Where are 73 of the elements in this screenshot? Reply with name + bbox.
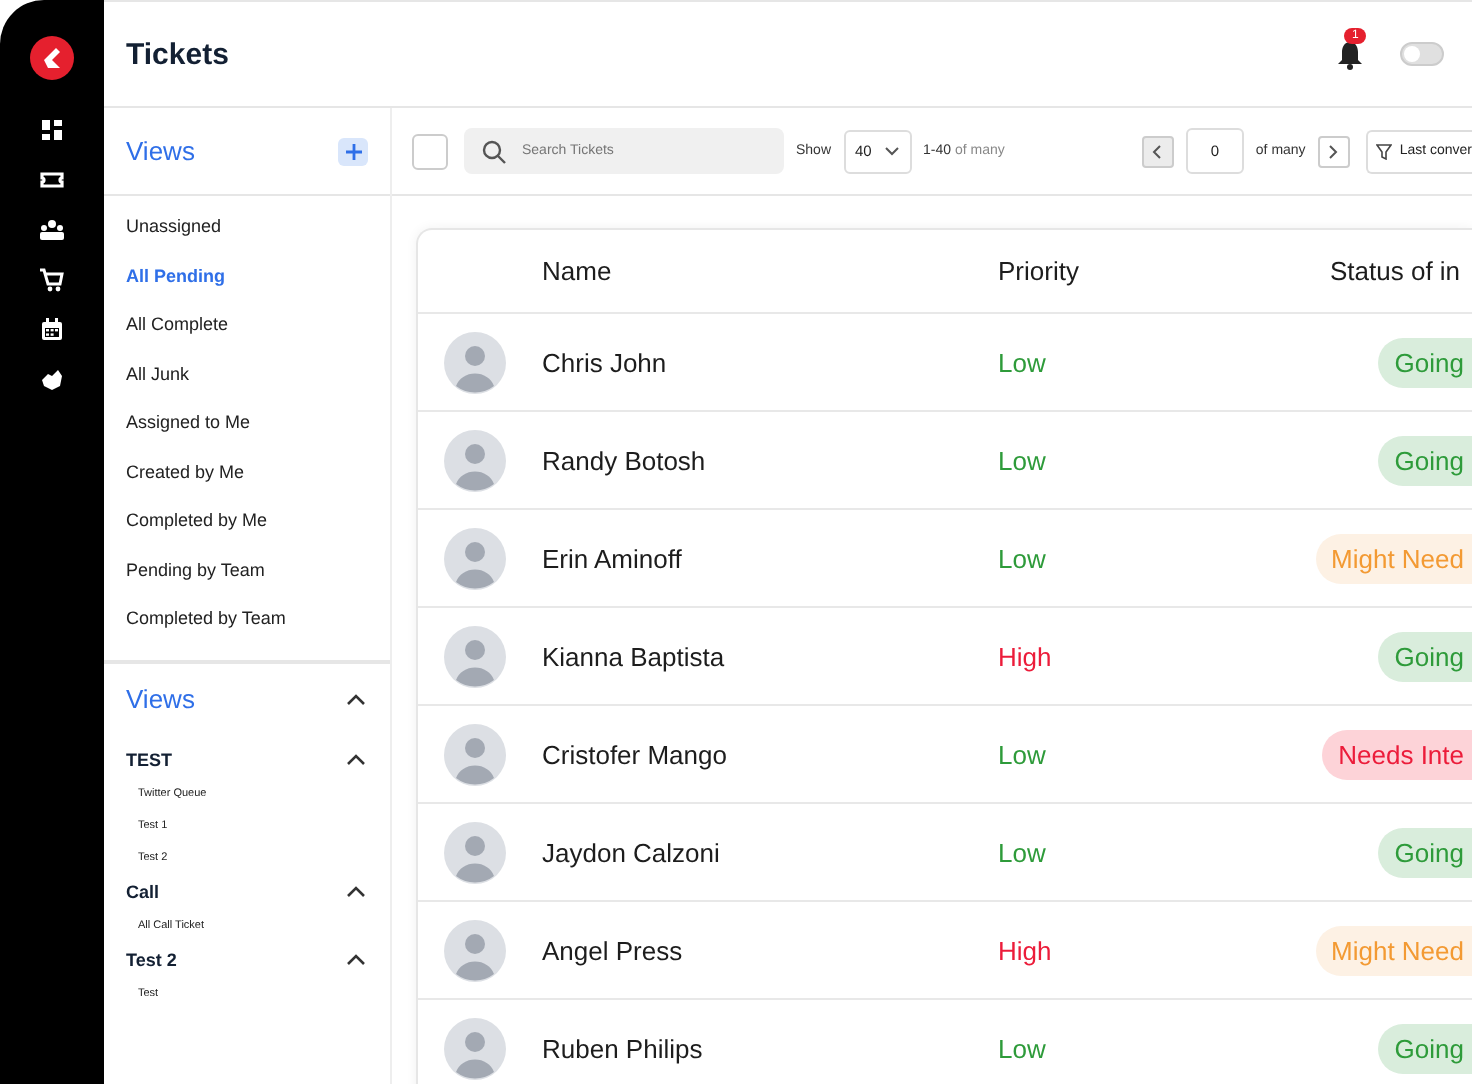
- priority-cell-text: Low: [998, 837, 1048, 867]
- dashboard-icon[interactable]: [40, 118, 64, 142]
- status-badge: Needs Inte: [1322, 729, 1472, 779]
- previous-page-button[interactable]: [1141, 135, 1174, 167]
- calendar-icon[interactable]: [40, 318, 64, 342]
- status-badge: Going: [1378, 1023, 1472, 1073]
- cart-icon[interactable]: [40, 268, 64, 292]
- sidebar-item[interactable]: Unassigned: [126, 212, 368, 240]
- priority-cell-text: Low: [998, 1033, 1048, 1063]
- chevron-left-icon: [1152, 143, 1163, 159]
- search-icon: [482, 140, 506, 164]
- bell-icon[interactable]: [1336, 39, 1364, 69]
- avatar-icon: [444, 919, 506, 981]
- sidebar-item[interactable]: Pending by Team: [126, 555, 368, 583]
- priority-cell-text: High: [998, 641, 1054, 671]
- views-heading: Views: [126, 684, 195, 714]
- sidebar-item[interactable]: All Complete: [126, 310, 368, 338]
- priority-cell-text: Low: [998, 739, 1048, 769]
- name-cell-text: Jaydon Calzoni: [542, 837, 722, 867]
- next-page-button[interactable]: [1317, 135, 1350, 167]
- status-badge: Might Need: [1315, 533, 1472, 583]
- views-heading: Views: [126, 136, 195, 166]
- chevron-up-icon[interactable]: [344, 689, 368, 709]
- avatar-icon: [444, 625, 506, 687]
- name-cell-text: Kianna Baptista: [542, 641, 727, 671]
- plus-icon: [345, 143, 361, 159]
- hand-icon[interactable]: [40, 368, 64, 392]
- avatar-icon: [444, 723, 506, 785]
- avatar-icon: [444, 331, 506, 393]
- avatar-icon: [444, 1017, 506, 1079]
- sidebar-item[interactable]: Completed by Me: [126, 506, 368, 534]
- sidebar-item[interactable]: All Pending: [126, 261, 368, 289]
- status-badge: Going: [1378, 827, 1472, 877]
- chevron-down-icon: [883, 146, 900, 156]
- avatar-icon: [444, 821, 506, 883]
- sidebar-item[interactable]: All Junk: [126, 359, 368, 387]
- avatar-icon: [444, 527, 506, 589]
- ticket-icon[interactable]: [40, 168, 64, 192]
- filter-icon: [1375, 143, 1392, 159]
- chevron-up-icon[interactable]: [344, 750, 368, 770]
- toggle-switch[interactable]: [1400, 42, 1444, 66]
- page-title: Tickets: [126, 37, 231, 71]
- chevron-up-icon[interactable]: [344, 950, 368, 970]
- name-cell-text: Erin Aminoff: [542, 543, 684, 573]
- group-heading: Call: [126, 882, 160, 902]
- sidebar-item[interactable]: Assigned to Me: [126, 408, 368, 436]
- priority-cell-text: Low: [998, 347, 1048, 377]
- name-cell-text: Cristofer Mango: [542, 739, 729, 769]
- name-cell-text: Chris John: [542, 347, 669, 377]
- name-cell-text: Angel Press: [542, 935, 685, 965]
- group-heading: TEST: [126, 750, 173, 770]
- column-header: Status of in: [1330, 256, 1463, 286]
- add-button[interactable]: [338, 137, 368, 165]
- status-badge: Going: [1378, 337, 1472, 387]
- select-all-checkbox[interactable]: [412, 133, 448, 169]
- chevron-right-icon: [1328, 143, 1339, 159]
- status-badge: Might Need: [1315, 925, 1472, 975]
- people-icon[interactable]: [40, 218, 64, 242]
- column-header: Priority: [998, 256, 1081, 286]
- sidebar-item[interactable]: Completed by Team: [126, 604, 368, 632]
- priority-cell-text: Low: [998, 543, 1048, 573]
- name-cell-text: Randy Botosh: [542, 445, 708, 475]
- avatar-icon: [444, 429, 506, 491]
- status-badge: Going: [1378, 435, 1472, 485]
- priority-cell-text: High: [998, 935, 1054, 965]
- chevron-up-icon[interactable]: [344, 882, 368, 902]
- priority-cell-text: Low: [998, 445, 1048, 475]
- logo-icon: [30, 36, 74, 80]
- column-header: Name: [542, 256, 614, 286]
- group-heading: Test 2: [126, 950, 177, 970]
- status-badge: Going: [1378, 631, 1472, 681]
- sidebar-item[interactable]: Created by Me: [126, 457, 368, 485]
- name-cell-text: Ruben Philips: [542, 1033, 705, 1063]
